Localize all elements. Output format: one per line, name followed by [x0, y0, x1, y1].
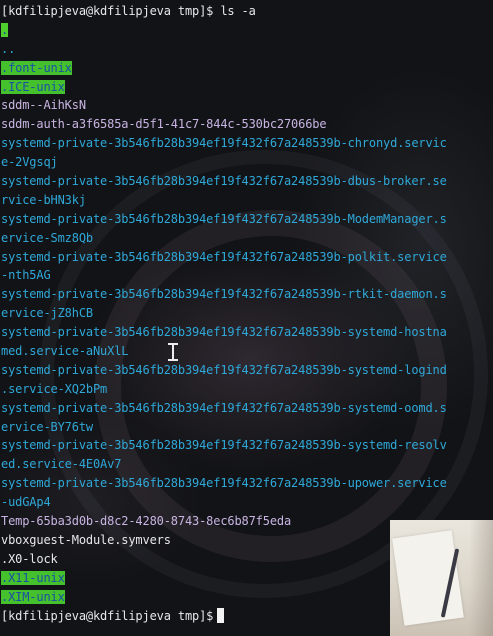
terminal-line: sddm--AihKsN: [1, 96, 493, 115]
terminal-line: [kdfilipjeva@kdfilipjeva tmp]$ ls -a: [1, 2, 493, 21]
file-entry: sddm-auth-a3f6585a-d5f1-41c7-844c-530bc2…: [1, 117, 327, 132]
file-entry: .: [1, 22, 9, 37]
file-entry: systemd-private-3b546fb28b394ef19f432f67…: [1, 211, 447, 226]
terminal-line: systemd-private-3b546fb28b394ef19f432f67…: [1, 323, 493, 342]
terminal-line: ervice-Smz8Qb: [1, 229, 493, 248]
file-entry: systemd-private-3b546fb28b394ef19f432f67…: [1, 136, 447, 151]
file-entry: sddm--AihKsN: [1, 98, 86, 113]
terminal-line: systemd-private-3b546fb28b394ef19f432f67…: [1, 210, 493, 229]
ibeam-cursor-icon: [168, 342, 178, 362]
terminal-line: -udGAp4: [1, 493, 493, 512]
terminal-line: sddm-auth-a3f6585a-d5f1-41c7-844c-530bc2…: [1, 115, 493, 134]
terminal-line: ..: [1, 40, 493, 59]
file-entry: rvice-bHN3kj: [1, 192, 86, 207]
file-entry: systemd-private-3b546fb28b394ef19f432f67…: [1, 438, 447, 453]
shell-prompt: [kdfilipjeva@kdfilipjeva tmp]$ ls -a: [1, 4, 256, 18]
webcam-overlay: [390, 520, 493, 636]
terminal-line: e-2Vgsqj: [1, 153, 493, 172]
terminal-line: rvice-bHN3kj: [1, 191, 493, 210]
block-cursor-icon: [217, 607, 225, 623]
terminal-line: ervice-BY76tw: [1, 418, 493, 437]
shell-prompt: [kdfilipjeva@kdfilipjeva tmp]$: [1, 608, 214, 623]
terminal-line: .font-unix: [1, 59, 493, 78]
file-entry: vboxguest-Module.symvers: [1, 532, 171, 547]
terminal-line: systemd-private-3b546fb28b394ef19f432f67…: [1, 134, 493, 153]
file-entry: .X0-lock: [1, 551, 58, 566]
file-entry: e-2Vgsqj: [1, 155, 58, 170]
file-entry: systemd-private-3b546fb28b394ef19f432f67…: [1, 362, 447, 377]
file-entry: ..: [1, 41, 16, 56]
file-entry: ervice-BY76tw: [1, 419, 93, 434]
terminal-line: systemd-private-3b546fb28b394ef19f432f67…: [1, 436, 493, 455]
terminal-line: systemd-private-3b546fb28b394ef19f432f67…: [1, 172, 493, 191]
terminal-line: systemd-private-3b546fb28b394ef19f432f67…: [1, 285, 493, 304]
file-entry: med.service-aNuXlL: [1, 344, 129, 359]
file-entry: .XIM-unix: [1, 589, 65, 604]
file-entry: systemd-private-3b546fb28b394ef19f432f67…: [1, 249, 447, 264]
file-entry: Temp-65ba3d0b-d8c2-4280-8743-8ec6b87f5ed…: [1, 514, 292, 529]
terminal-line: ed.service-4E0Av7: [1, 455, 493, 474]
terminal-line: systemd-private-3b546fb28b394ef19f432f67…: [1, 474, 493, 493]
file-entry: systemd-private-3b546fb28b394ef19f432f67…: [1, 400, 447, 415]
terminal-line: .: [1, 21, 493, 40]
terminal-line: med.service-aNuXlL: [1, 342, 493, 361]
file-entry: .service-XQ2bPm: [1, 381, 108, 396]
file-entry: ed.service-4E0Av7: [1, 457, 122, 472]
terminal-line: .service-XQ2bPm: [1, 380, 493, 399]
terminal-line: -nth5AG: [1, 266, 493, 285]
terminal-line: systemd-private-3b546fb28b394ef19f432f67…: [1, 399, 493, 418]
file-entry: .ICE-unix: [1, 79, 65, 94]
terminal-line: ervice-jZ8hCB: [1, 304, 493, 323]
file-entry: ervice-jZ8hCB: [1, 306, 93, 321]
file-entry: systemd-private-3b546fb28b394ef19f432f67…: [1, 287, 447, 302]
file-entry: ervice-Smz8Qb: [1, 230, 93, 245]
terminal-line: systemd-private-3b546fb28b394ef19f432f67…: [1, 361, 493, 380]
file-entry: systemd-private-3b546fb28b394ef19f432f67…: [1, 174, 447, 189]
file-entry: systemd-private-3b546fb28b394ef19f432f67…: [1, 325, 447, 340]
terminal-line: systemd-private-3b546fb28b394ef19f432f67…: [1, 248, 493, 267]
file-entry: -nth5AG: [1, 268, 51, 283]
file-entry: -udGAp4: [1, 495, 51, 510]
file-entry: .X11-unix: [1, 570, 65, 585]
file-entry: .font-unix: [1, 60, 72, 75]
terminal-line: .ICE-unix: [1, 78, 493, 97]
file-entry: systemd-private-3b546fb28b394ef19f432f67…: [1, 476, 447, 491]
